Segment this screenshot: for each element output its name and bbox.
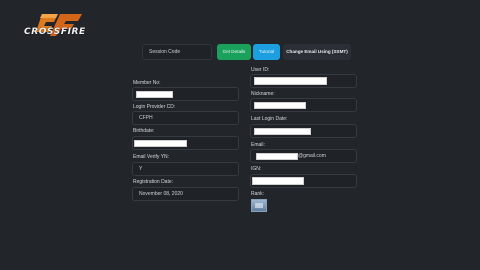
registration-date-label: Registration Date:: [133, 179, 174, 185]
member-no-field: [132, 87, 239, 101]
redaction-box: [256, 153, 298, 160]
redaction-box: [252, 177, 304, 185]
redaction-box: [254, 77, 327, 85]
email-verify-field: Y: [132, 162, 239, 176]
email-field: @gmail.com: [250, 149, 357, 163]
logo-wordmark: CROSSFIRE: [24, 27, 86, 37]
change-email-button[interactable]: Change Email Using (SSMT): [283, 44, 351, 60]
get-details-button[interactable]: Get Details: [217, 44, 251, 60]
member-no-label: Member No:: [133, 80, 161, 86]
login-provider-field: CFPH: [132, 111, 239, 125]
nickname-field: [250, 98, 357, 112]
email-suffix: @gmail.com: [298, 153, 326, 159]
session-code-input[interactable]: Session Code: [142, 44, 212, 60]
nickname-label: Nickname:: [251, 91, 275, 97]
tutorial-button[interactable]: Tutorial: [253, 44, 280, 60]
birthdate-field: [132, 136, 239, 150]
redaction-box: [136, 91, 173, 98]
user-id-label: User ID:: [251, 67, 270, 73]
user-id-field: [250, 74, 357, 88]
redaction-box: [254, 102, 306, 109]
rank-badge-icon: [251, 199, 267, 212]
email-verify-value: Y: [139, 166, 143, 172]
registration-date-field: November 08, 2020: [132, 187, 239, 201]
registration-date-value: November 08, 2020: [139, 191, 183, 197]
redaction-box: [134, 140, 187, 147]
email-verify-label: Email Verify YN:: [133, 154, 170, 160]
login-provider-value: CFPH: [139, 115, 153, 121]
email-label: Email:: [251, 142, 265, 148]
last-login-label: Last Login Date:: [251, 116, 288, 122]
last-login-field: [250, 124, 357, 138]
login-provider-label: Login Provider CD:: [133, 104, 176, 110]
ign-label: IGN:: [251, 166, 262, 172]
birthdate-label: Birthdate:: [133, 128, 155, 134]
ign-field: [250, 174, 357, 188]
rank-label: Rank:: [251, 191, 265, 197]
redaction-box: [254, 128, 311, 135]
